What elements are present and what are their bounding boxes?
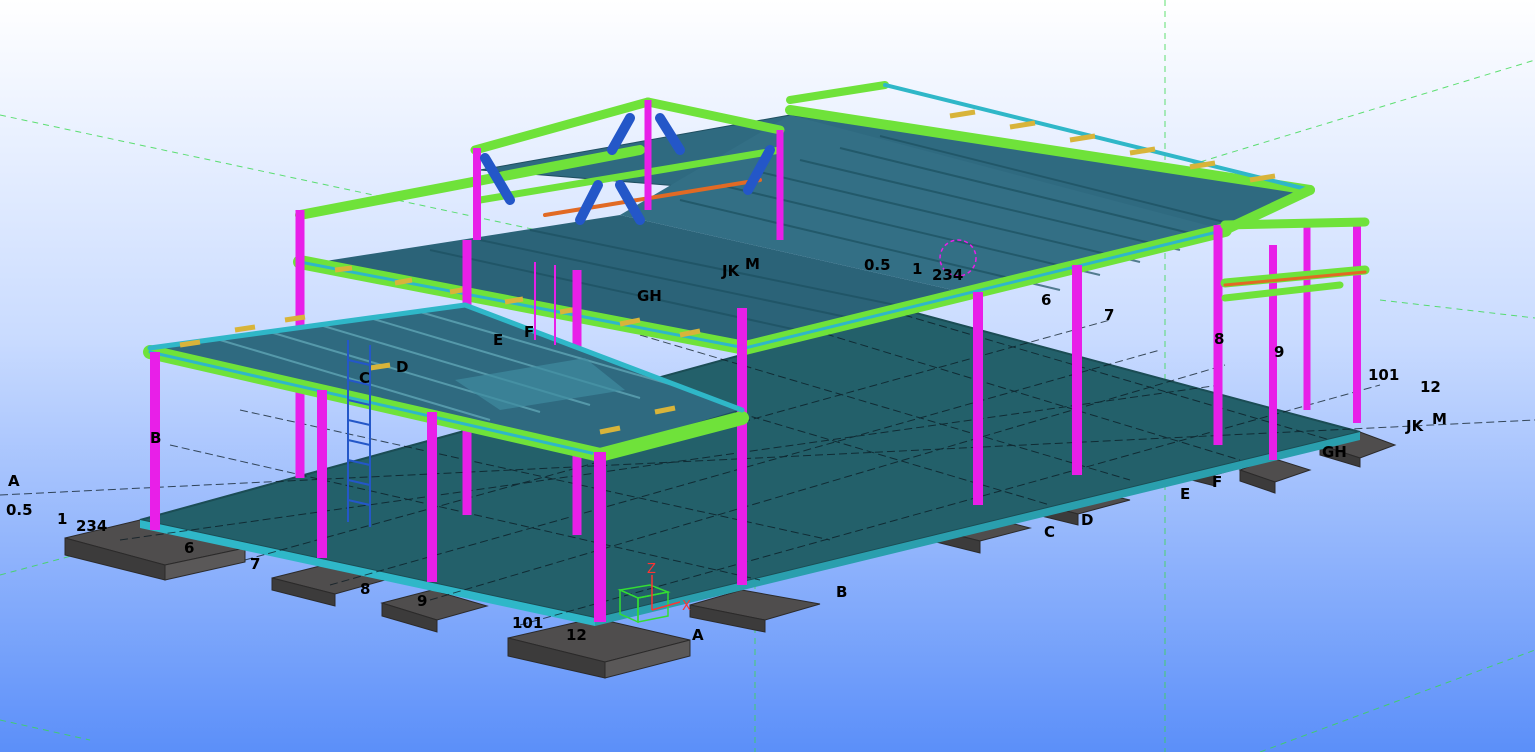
grid-label-mezz-f: F <box>524 323 534 341</box>
grid-label-234: 234 <box>76 517 107 535</box>
grid-label-right-f: F <box>1212 473 1222 491</box>
grid-label-right-101: 101 <box>1368 366 1399 384</box>
grid-label-upper-jk: JK <box>721 262 741 280</box>
grid-label-8: 8 <box>360 580 370 598</box>
grid-label-upper-9: 9 <box>1274 343 1284 361</box>
grid-label-right-12: 12 <box>1420 378 1441 396</box>
grid-label-upper-m: M <box>745 255 760 273</box>
grid-label-mezz-e: E <box>493 331 503 349</box>
grid-label-upper-6: 6 <box>1041 291 1051 309</box>
grid-label-right-jk: JK <box>1405 417 1425 435</box>
grid-label-right-d: D <box>1081 511 1093 529</box>
grid-label-half: 0.5 <box>6 501 33 519</box>
grid-label-right-e: E <box>1180 485 1190 503</box>
grid-label-upper-half: 0.5 <box>864 256 891 274</box>
grid-label-right-a: A <box>692 626 704 644</box>
grid-label-mezz-c: C <box>359 369 370 387</box>
grid-label-mezz-b: B <box>150 429 161 447</box>
grid-label-upper-one: 1 <box>912 260 922 278</box>
grid-label-right-c: C <box>1044 523 1055 541</box>
grid-label-12: 12 <box>566 626 587 644</box>
3d-model-viewport[interactable]: A 0.5 1 234 6 7 8 9 101 12 A B C D E F G… <box>0 0 1535 752</box>
grid-label-upper-gh: GH <box>637 287 662 305</box>
axis-label-x: X <box>682 599 691 614</box>
grid-label-upper-234: 234 <box>932 266 963 284</box>
grid-label-right-b: B <box>836 583 847 601</box>
axis-label-z: Z <box>647 562 656 577</box>
grid-label-9: 9 <box>417 592 427 610</box>
grid-label-a: A <box>8 472 20 490</box>
grid-label-7: 7 <box>250 555 260 573</box>
steel-structure-model[interactable]: A 0.5 1 234 6 7 8 9 101 12 A B C D E F G… <box>0 0 1535 752</box>
grid-label-right-m: M <box>1432 410 1447 428</box>
grid-label-6: 6 <box>184 539 194 557</box>
grid-label-right-gh: GH <box>1322 443 1347 461</box>
grid-label-upper-7: 7 <box>1104 306 1114 324</box>
grid-label-101: 101 <box>512 614 543 632</box>
grid-label-one: 1 <box>57 510 67 528</box>
grid-label-mezz-d: D <box>396 358 408 376</box>
grid-label-upper-8: 8 <box>1214 330 1224 348</box>
